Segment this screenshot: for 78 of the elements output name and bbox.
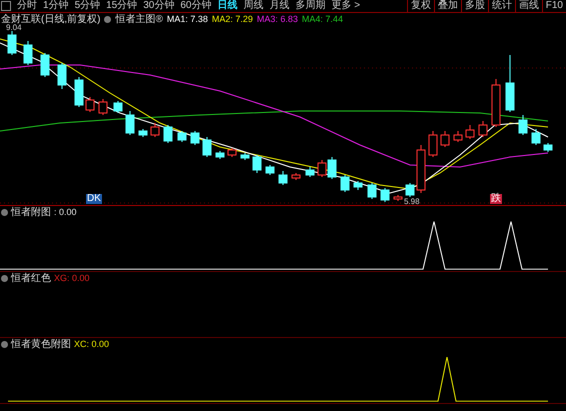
toolbar-button[interactable]: 画线: [514, 0, 542, 12]
circle-icon[interactable]: [104, 16, 112, 22]
indicator-name: 恒者主图®: [115, 12, 163, 26]
candlestick: [478, 120, 488, 138]
candlestick: [40, 52, 50, 78]
period-tab[interactable]: 周线: [240, 0, 266, 12]
candlestick: [24, 40, 32, 66]
circle-icon[interactable]: [1, 340, 8, 348]
candlestick: [454, 130, 462, 142]
candlestick: [164, 124, 172, 144]
candlestick: [354, 180, 362, 190]
layout-icon[interactable]: [1, 1, 11, 11]
candlestick: [368, 182, 376, 200]
candlestick: [228, 148, 236, 158]
candlestick: [306, 166, 314, 178]
indicator-name: 恒者附图: [11, 206, 51, 219]
signal-badge: DK: [86, 194, 102, 204]
period-tab[interactable]: 1分钟: [40, 0, 72, 12]
candlestick: [532, 128, 540, 146]
candlestick: [292, 172, 300, 180]
period-tab[interactable]: 更多 >: [328, 0, 364, 12]
period-tab[interactable]: 15分钟: [103, 0, 140, 12]
candlestick: [190, 130, 200, 146]
candlestick: [416, 144, 426, 194]
toolbar-button[interactable]: F10: [542, 0, 566, 12]
indicator-name: 恒者黄色附图: [11, 338, 71, 351]
candlestick: [328, 156, 336, 180]
price-label: 5.98: [404, 197, 420, 206]
candlestick: [440, 130, 450, 148]
candlestick: [150, 122, 160, 138]
candlestick: [466, 124, 474, 140]
indicator-value: XC: 0.00: [74, 339, 110, 349]
candlestick: [202, 136, 212, 158]
candlestick: [74, 76, 84, 108]
moving-average-value: MA3: 6.83: [256, 14, 298, 24]
candlestick: [138, 128, 148, 138]
candlestick: [518, 114, 528, 136]
moving-average-value: MA1: 7.38: [166, 14, 208, 24]
candlestick: [318, 160, 326, 178]
candlestick: [266, 164, 274, 176]
period-tab[interactable]: 5分钟: [72, 0, 104, 12]
signal-badge: 跌: [490, 194, 502, 204]
candlestick: [428, 130, 438, 158]
candlestick: [506, 54, 514, 112]
moving-average-value: MA2: 7.29: [212, 14, 253, 24]
circle-icon[interactable]: [1, 274, 8, 282]
period-tab[interactable]: 30分钟: [140, 0, 178, 12]
period-tab[interactable]: 月线: [266, 0, 292, 12]
candlestick: [126, 110, 134, 136]
candlestick: [8, 30, 16, 56]
candlestick: [252, 154, 262, 174]
period-tab[interactable]: 分时: [14, 0, 40, 12]
candlestick: [492, 78, 500, 128]
stock-title: 金财互联(日线,前复权): [1, 12, 100, 25]
candlestick: [340, 174, 350, 192]
candlestick: [394, 194, 402, 202]
period-tab[interactable]: 多周期: [292, 0, 328, 12]
toolbar-button[interactable]: 叠加: [434, 0, 461, 12]
circle-icon[interactable]: [1, 208, 8, 216]
candlestick: [114, 100, 122, 114]
moving-average-value: MA4: 7.44: [302, 14, 343, 24]
indicator-value: XG: 0.00: [54, 273, 90, 283]
candlestick: [406, 182, 414, 198]
candlestick: [216, 150, 224, 160]
candlestick: [544, 142, 552, 152]
period-tab[interactable]: 60分钟: [177, 0, 214, 12]
candlestick: [278, 170, 288, 186]
candlestick: [86, 96, 94, 112]
candlestick: [58, 62, 66, 90]
indicator-name: 恒者红色: [11, 272, 51, 285]
candlestick: [178, 130, 186, 142]
candlestick: [98, 98, 108, 116]
candlestick: [380, 188, 390, 202]
candlestick: [240, 152, 250, 160]
indicator-value: : 0.00: [54, 207, 77, 217]
toolbar-button[interactable]: 多股: [460, 0, 488, 12]
price-label: 9.04: [6, 23, 22, 32]
toolbar-button[interactable]: 复权: [406, 0, 434, 12]
